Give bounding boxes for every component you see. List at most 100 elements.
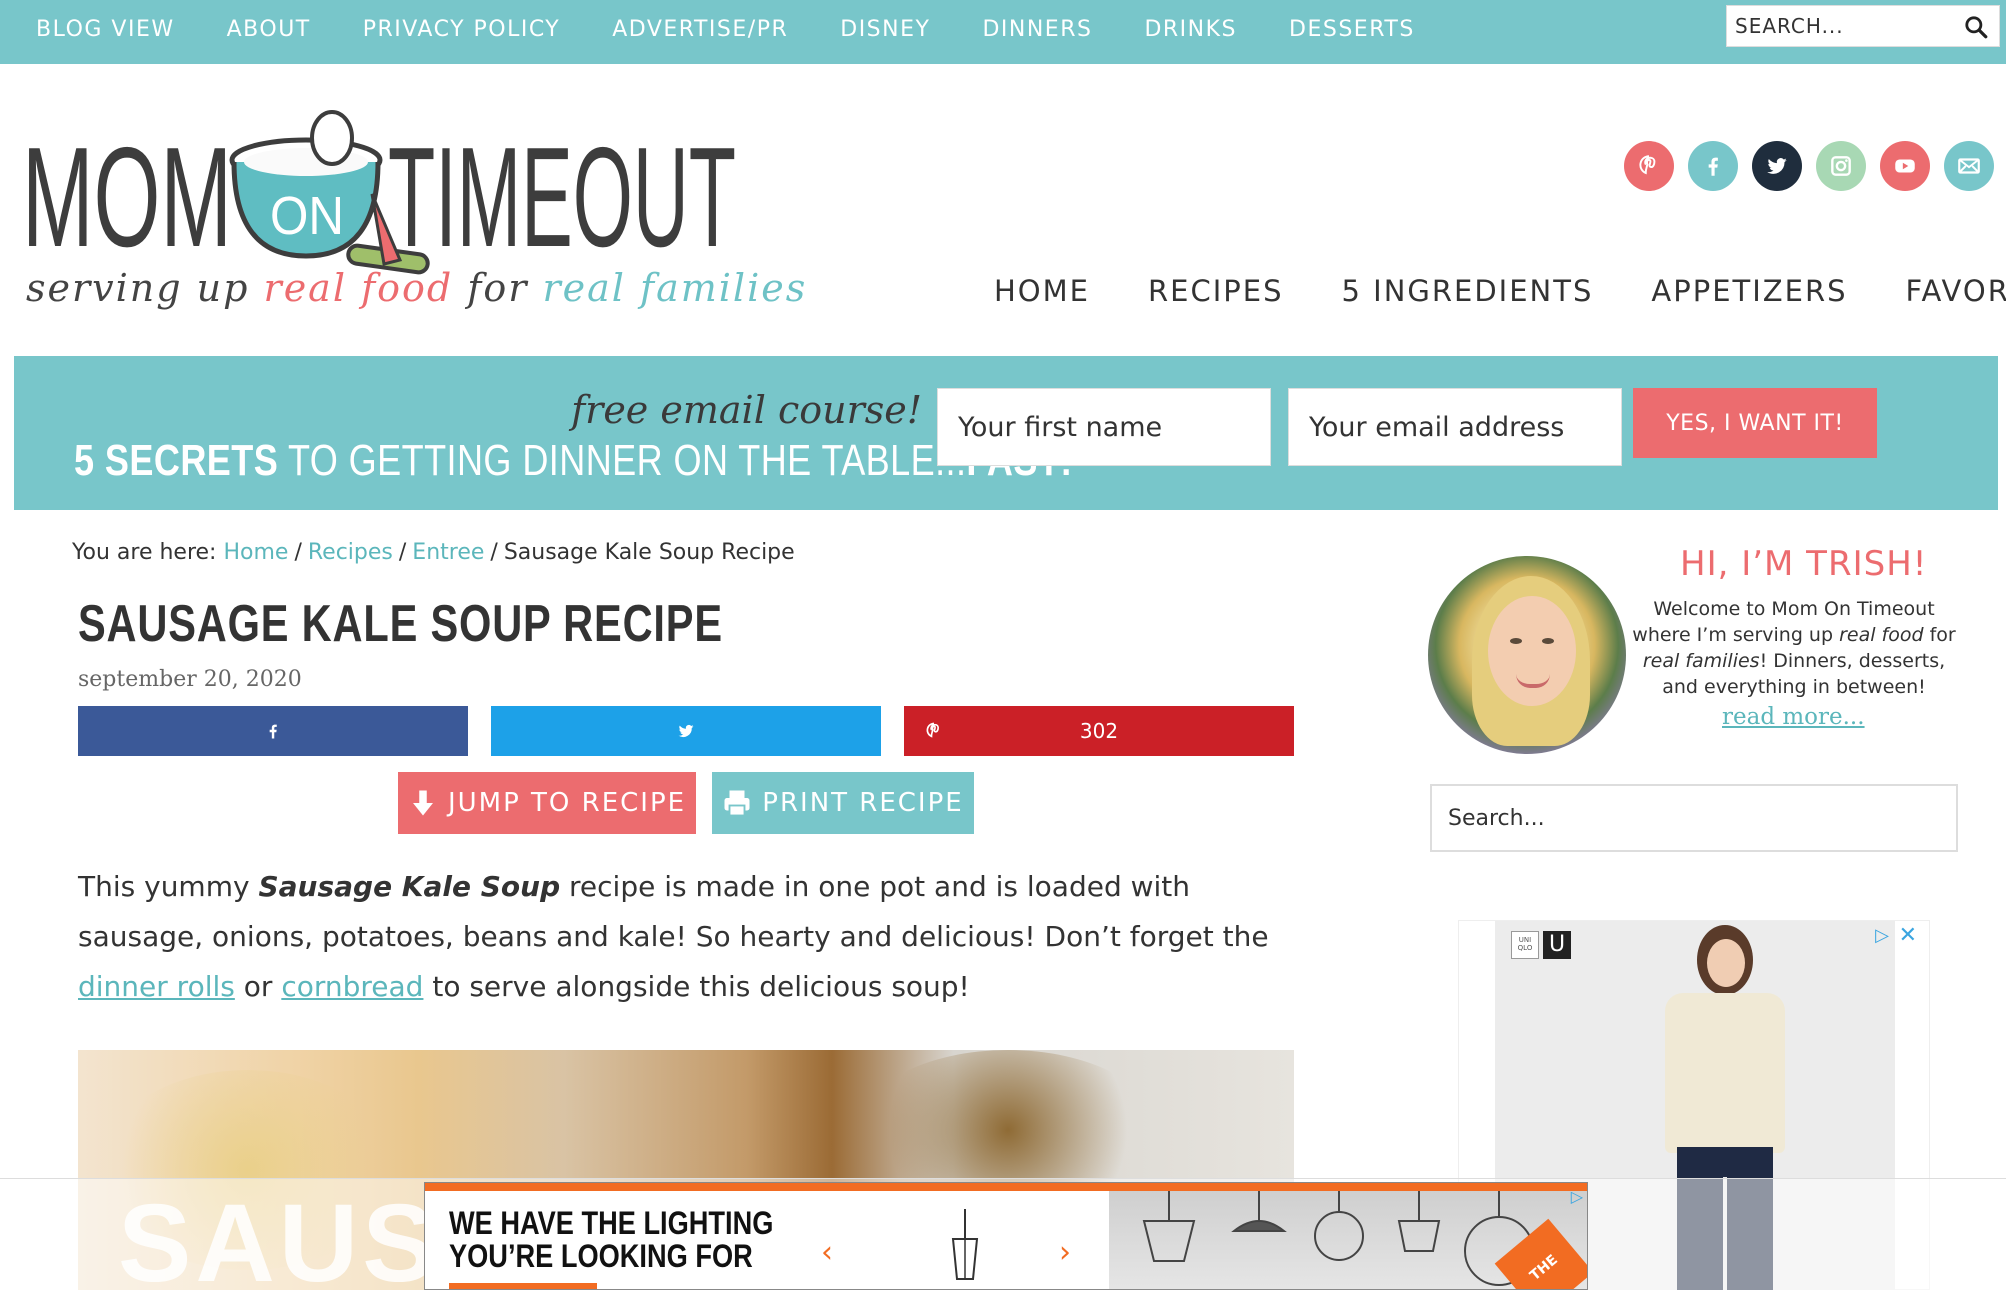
print-recipe-label: PRINT RECIPE [762,788,964,818]
top-nav-privacy-policy[interactable]: PRIVACY POLICY [363,17,561,42]
search-icon[interactable] [1963,14,1989,40]
top-bar: BLOG VIEW ABOUT PRIVACY POLICY ADVERTISE… [0,0,2006,64]
arrow-down-icon [412,790,433,816]
ad-next-arrow[interactable]: › [1059,1235,1071,1270]
lantern-icon [951,1209,979,1280]
main-nav-home[interactable]: HOME [994,274,1090,308]
youtube-icon[interactable] [1880,141,1930,191]
sidebar-search-input[interactable] [1432,786,1956,850]
read-more-link[interactable]: read more... [1722,704,1865,730]
cornbread-link[interactable]: cornbread [281,970,423,1003]
instagram-icon[interactable] [1816,141,1866,191]
top-search [1726,5,2000,47]
subscribe-button[interactable]: YES, I WANT IT! [1633,388,1877,458]
page-title: SAUSAGE KALE SOUP RECIPE [78,595,723,653]
author-welcome: Welcome to Mom On Timeout where I’m serv… [1626,596,1962,700]
twitter-icon [678,724,694,738]
facebook-icon[interactable] [1688,141,1738,191]
breadcrumb-separator: / [294,540,302,565]
breadcrumb-recipes[interactable]: Recipes [308,540,393,565]
ad-headline: WE HAVE THE LIGHTING YOU’RE LOOKING FOR [449,1207,773,1273]
top-nav: BLOG VIEW ABOUT PRIVACY POLICY ADVERTISE… [36,0,1467,58]
top-nav-dinners[interactable]: DINNERS [982,17,1092,42]
bottom-ad[interactable]: WE HAVE THE LIGHTING YOU’RE LOOKING FOR ‹… [424,1182,1588,1290]
model-face [1707,939,1745,987]
intro-text-1: This yummy [78,870,259,903]
avatar-eye [1510,638,1522,644]
breadcrumb-home[interactable]: Home [223,540,288,565]
email-icon[interactable] [1944,141,1994,191]
pinterest-icon[interactable] [1624,141,1674,191]
top-search-input[interactable] [1727,6,1947,46]
breadcrumb-separator: / [398,540,407,565]
email-course-banner: free email course! 5 SECRETS TO GETTING … [14,356,1998,510]
top-nav-about[interactable]: ABOUT [227,17,311,42]
jump-to-recipe-label: JUMP TO RECIPE [447,788,687,818]
banner-headline-bold-1: 5 SECRETS [74,436,279,485]
ad-cta-bar[interactable] [449,1283,597,1289]
close-ad-icon[interactable]: ✕ [1899,923,1917,948]
breadcrumb-current: Sausage Kale Soup Recipe [503,540,795,565]
share-facebook-button[interactable] [78,706,468,756]
share-pinterest-button[interactable]: 302 [904,706,1294,756]
model-shirt [1665,993,1785,1153]
uniqlo-logo: UNI QLO [1511,931,1539,959]
avatar-eye [1542,638,1554,644]
pin-count: 302 [1079,719,1119,743]
tagline-real-food: real food [263,266,454,310]
main-nav-appetizers[interactable]: APPETIZERS [1651,274,1847,308]
breadcrumb-prefix: You are here: [72,540,224,565]
ad-top-bar [425,1183,1587,1191]
author-greeting: HI, I’M TRISH! [1680,544,1928,584]
pinterest-icon [926,722,940,738]
intro-paragraph: This yummy Sausage Kale Soup recipe is m… [78,862,1308,1012]
social-icons [1624,141,2006,191]
adchoices-icon[interactable]: ▷ [1875,925,1889,946]
twitter-icon[interactable] [1752,141,1802,191]
tagline-real-families: real families [542,266,808,310]
banner-headline: 5 SECRETS TO GETTING DINNER ON THE TABLE… [74,436,1073,486]
breadcrumb-separator: / [490,540,498,565]
top-nav-advertise[interactable]: ADVERTISE/PR [612,17,788,42]
main-nav: HOME RECIPES 5 INGREDIENTS APPETIZERS FA… [994,274,2006,308]
first-name-field[interactable] [937,388,1271,466]
print-recipe-button[interactable]: PRINT RECIPE [712,772,974,834]
uniqlo-u-logo: U [1543,931,1571,959]
banner-headline-mid: TO GETTING DINNER ON THE TABLE... [278,436,967,485]
ad-headline-line-1: WE HAVE THE LIGHTING [449,1205,774,1241]
top-nav-blog-view[interactable]: BLOG VIEW [36,17,175,42]
tagline-part-3: for [453,266,543,310]
intro-recipe-name: Sausage Kale Soup [258,870,561,903]
facebook-icon [269,724,277,739]
main-nav-recipes[interactable]: RECIPES [1148,274,1284,308]
top-nav-desserts[interactable]: DESSERTS [1289,17,1415,42]
intro-text-4: to serve alongside this delicious soup! [423,970,970,1003]
jump-to-recipe-button[interactable]: JUMP TO RECIPE [398,772,696,834]
post-date: september 20, 2020 [78,667,302,692]
sidebar-search [1430,784,1958,852]
dinner-rolls-link[interactable]: dinner rolls [78,970,235,1003]
adchoices-icon[interactable]: ▷ [1571,1187,1583,1206]
ad-prev-arrow[interactable]: ‹ [821,1235,833,1270]
printer-icon [724,790,750,817]
intro-text-3: or [234,970,282,1003]
top-nav-disney[interactable]: DISNEY [840,17,930,42]
tagline-part-1: serving up [26,266,264,310]
logo-mom: MOM [22,118,232,277]
main-nav-favorites[interactable]: FAVORITES [1906,274,2006,308]
tagline: serving up real food for real families [26,266,807,310]
logo-on: ON [270,186,344,246]
logo-timeout: TIMEOUT [388,118,736,277]
top-nav-drinks[interactable]: DRINKS [1144,17,1237,42]
welcome-em-2: real families [1642,650,1760,672]
author-avatar[interactable] [1428,556,1626,754]
avatar-face [1488,596,1576,706]
welcome-em-1: real food [1839,624,1924,646]
breadcrumb: You are here: Home / Recipes / Entree / Sausag… [72,540,795,565]
email-field[interactable] [1288,388,1622,466]
main-nav-5-ingredients[interactable]: 5 INGREDIENTS [1341,274,1593,308]
share-twitter-button[interactable] [491,706,881,756]
breadcrumb-entree[interactable]: Entree [412,540,484,565]
ad-headline-line-2: YOU’RE LOOKING FOR [449,1238,753,1274]
welcome-text-2: for [1923,624,1956,646]
